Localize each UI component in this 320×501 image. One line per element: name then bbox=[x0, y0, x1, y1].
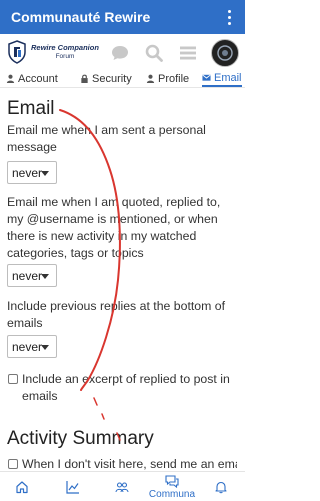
tab-account[interactable]: Account bbox=[6, 70, 58, 87]
previous-replies-value: never bbox=[12, 339, 43, 354]
digest-checkbox[interactable] bbox=[8, 459, 18, 469]
chevron-down-icon bbox=[41, 274, 49, 279]
forum-header: Rewire Companion Forum bbox=[0, 34, 245, 70]
excerpt-checkbox[interactable] bbox=[8, 374, 18, 384]
bell-icon bbox=[215, 481, 227, 493]
tab-security[interactable]: Security bbox=[80, 70, 132, 87]
excerpt-label: Include an excerpt of replied to post in… bbox=[22, 372, 230, 403]
envelope-icon bbox=[202, 74, 211, 81]
shield-logo-icon bbox=[8, 40, 26, 64]
chat-icon[interactable] bbox=[109, 42, 131, 64]
chart-line-icon bbox=[66, 480, 79, 494]
activity-summary-heading: Activity Summary bbox=[7, 428, 154, 449]
more-options-icon[interactable] bbox=[219, 0, 239, 34]
user-icon bbox=[146, 74, 155, 83]
nav-home[interactable] bbox=[2, 472, 42, 501]
chat-bubbles-icon bbox=[165, 474, 179, 488]
nav-community[interactable]: Communa bbox=[148, 472, 196, 501]
previous-replies-label: Include previous replies at the bottom o… bbox=[7, 299, 226, 330]
email-heading: Email bbox=[7, 98, 55, 119]
chevron-down-icon bbox=[41, 171, 49, 176]
hamburger-menu-icon[interactable] bbox=[177, 42, 199, 64]
nav-notifications[interactable] bbox=[201, 472, 241, 501]
nav-users[interactable] bbox=[102, 472, 142, 501]
user-avatar[interactable] bbox=[211, 39, 239, 67]
nav-activity[interactable] bbox=[53, 472, 93, 501]
logo-title: Rewire Companion bbox=[31, 43, 99, 52]
bottom-navigation: Communa bbox=[0, 471, 245, 501]
tab-email[interactable]: Email bbox=[202, 70, 242, 87]
sent-message-value: never bbox=[12, 165, 43, 180]
quoted-label: Email me when I am quoted, replied to, m… bbox=[7, 195, 221, 260]
lock-icon bbox=[81, 74, 88, 83]
users-icon bbox=[115, 481, 129, 492]
logo-subtitle: Forum bbox=[55, 53, 75, 60]
quoted-value: never bbox=[12, 268, 43, 283]
sent-message-select[interactable]: never bbox=[7, 161, 57, 184]
nav-community-label: Communa bbox=[148, 488, 196, 500]
forum-logo[interactable]: Rewire Companion Forum bbox=[7, 40, 99, 64]
tab-profile[interactable]: Profile bbox=[146, 70, 189, 87]
search-icon[interactable] bbox=[143, 42, 165, 64]
quoted-select[interactable]: never bbox=[7, 264, 57, 287]
chevron-down-icon bbox=[41, 345, 49, 350]
home-icon bbox=[16, 480, 28, 493]
previous-replies-select[interactable]: never bbox=[7, 335, 57, 358]
tab-security-label: Security bbox=[92, 72, 132, 85]
app-bar: Communauté Rewire bbox=[0, 0, 245, 34]
tab-profile-label: Profile bbox=[158, 72, 190, 85]
tab-email-label: Email bbox=[214, 71, 242, 84]
tab-account-label: Account bbox=[18, 72, 58, 85]
user-icon bbox=[6, 74, 15, 83]
app-title: Communauté Rewire bbox=[11, 9, 151, 25]
preferences-tabs: Account Security Profile Email bbox=[0, 70, 245, 88]
sent-message-label: Email me when I am sent a personal messa… bbox=[7, 123, 206, 154]
